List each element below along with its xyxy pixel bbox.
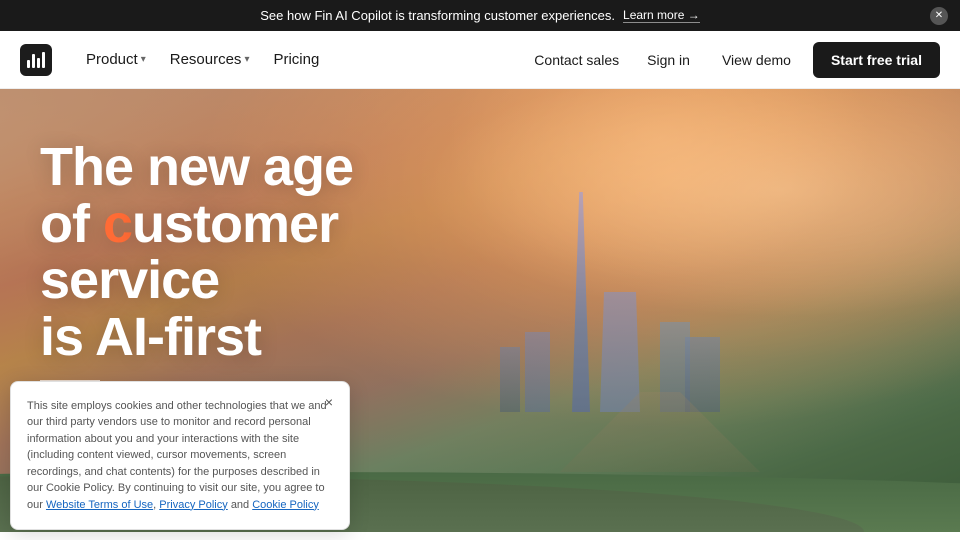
- top-banner: See how Fin AI Copilot is transforming c…: [0, 0, 960, 31]
- main-nav: Product ▾ Resources ▾ Pricing Contact sa…: [0, 31, 960, 89]
- banner-close-button[interactable]: ✕: [930, 7, 948, 25]
- hero-headline-line3: is AI-first: [40, 307, 261, 367]
- cookie-text: This site employs cookies and other tech…: [27, 398, 333, 514]
- terms-of-use-link[interactable]: Website Terms of Use: [46, 499, 153, 511]
- sign-in-link[interactable]: Sign in: [637, 46, 700, 74]
- nav-pricing-label: Pricing: [273, 51, 319, 68]
- nav-product-label: Product: [86, 51, 138, 68]
- close-icon: ×: [325, 394, 333, 410]
- cookie-policy-link[interactable]: Cookie Policy: [252, 499, 319, 511]
- contact-sales-link[interactable]: Contact sales: [524, 46, 629, 74]
- logo-icon: [20, 44, 52, 76]
- headline-of-text: of: [40, 194, 103, 254]
- hero-headline-line1: The new age: [40, 137, 353, 197]
- hero-headline: The new age of customer service is AI-fi…: [40, 139, 460, 366]
- chevron-down-icon: ▾: [141, 54, 146, 65]
- nav-resources-label: Resources: [170, 51, 242, 68]
- cookie-body-text: This site employs cookies and other tech…: [27, 400, 327, 511]
- hero-building-5: [685, 337, 720, 412]
- start-trial-nav-button[interactable]: Start free trial: [813, 42, 940, 78]
- cookie-and-text: and: [231, 499, 252, 511]
- nav-resources[interactable]: Resources ▾: [160, 45, 260, 74]
- nav-links: Product ▾ Resources ▾ Pricing: [76, 45, 524, 74]
- nav-product[interactable]: Product ▾: [76, 45, 156, 74]
- logo[interactable]: [20, 44, 52, 76]
- banner-learn-more-link[interactable]: Learn more →: [623, 8, 700, 23]
- hero-building-1: [600, 292, 640, 412]
- nav-right: Contact sales Sign in View demo Start fr…: [524, 42, 940, 78]
- headline-accent-o: c: [103, 194, 132, 254]
- logo-bars: [27, 52, 45, 68]
- chevron-down-icon: ▾: [244, 54, 249, 65]
- hero-building-4: [500, 347, 520, 412]
- nav-pricing[interactable]: Pricing: [263, 45, 329, 74]
- close-icon: ✕: [935, 10, 943, 21]
- cookie-close-button[interactable]: ×: [319, 392, 339, 412]
- banner-text: See how Fin AI Copilot is transforming c…: [260, 8, 615, 23]
- view-demo-nav-button[interactable]: View demo: [708, 44, 805, 76]
- cookie-banner: × This site employs cookies and other te…: [10, 381, 350, 531]
- privacy-policy-link[interactable]: Privacy Policy: [159, 499, 227, 511]
- hero-building-3: [525, 332, 550, 412]
- hero-headline-line2: of customer service: [40, 194, 338, 311]
